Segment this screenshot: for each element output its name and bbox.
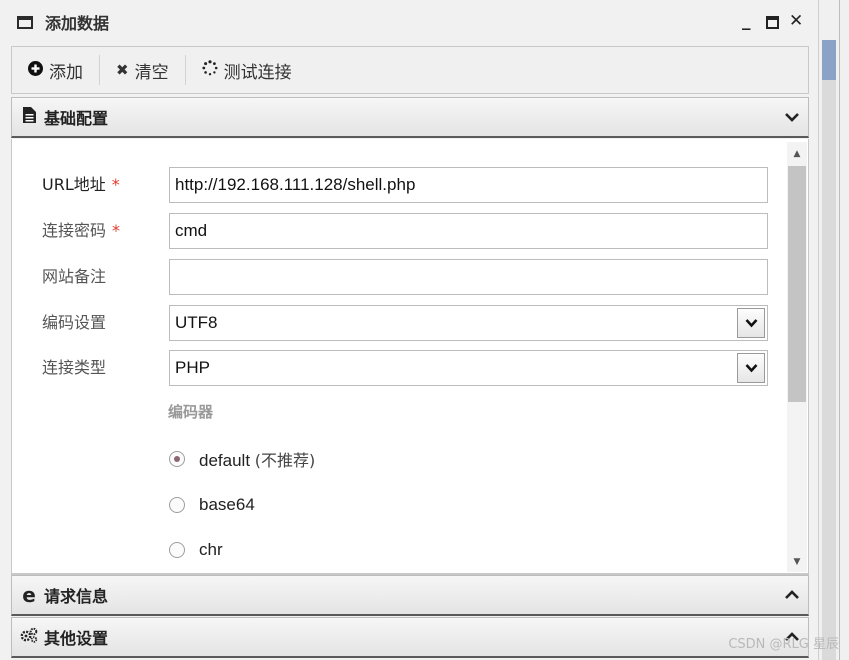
scroll-up-icon[interactable]: ▲ bbox=[787, 146, 807, 162]
page-scrollbar[interactable] bbox=[819, 0, 849, 660]
test-connection-button[interactable]: 测试连接 bbox=[186, 47, 308, 93]
title-bar: 添加数据 _ ✕ bbox=[0, 0, 818, 44]
encoding-select[interactable]: UTF8 bbox=[169, 305, 768, 341]
radio-default[interactable] bbox=[169, 451, 185, 467]
minimize-icon[interactable]: _ bbox=[742, 12, 751, 30]
encoder-option-label: chr bbox=[199, 540, 223, 559]
add-data-window: 添加数据 _ ✕ 添加 ✖ 清空 测试连接 基础配置 URL地址 * http:… bbox=[0, 0, 819, 660]
type-select[interactable]: PHP bbox=[169, 350, 768, 386]
chevron-down-icon[interactable] bbox=[737, 353, 765, 383]
encoding-label: 编码设置 bbox=[42, 313, 107, 332]
toolbar: 添加 ✖ 清空 测试连接 bbox=[11, 46, 809, 94]
note-row: 网站备注 bbox=[12, 259, 772, 295]
panel-title-other-settings: 其他设置 bbox=[44, 629, 109, 648]
spinner-icon bbox=[201, 60, 218, 80]
required-mark: * bbox=[111, 175, 120, 194]
scrollbar-track[interactable] bbox=[822, 40, 836, 660]
scroll-down-icon[interactable]: ▼ bbox=[787, 554, 807, 570]
encoding-value: UTF8 bbox=[175, 313, 218, 332]
close-icon[interactable]: ✕ bbox=[789, 12, 803, 30]
scrollbar-thumb[interactable] bbox=[788, 166, 806, 402]
password-row: 连接密码 * cmd bbox=[12, 213, 772, 249]
plus-circle-icon bbox=[28, 60, 43, 80]
url-row: URL地址 * http://192.168.111.128/shell.php bbox=[12, 167, 772, 203]
panel-title-basic-config: 基础配置 bbox=[44, 109, 109, 128]
encoding-row: 编码设置 UTF8 bbox=[12, 305, 772, 341]
type-label: 连接类型 bbox=[42, 358, 107, 377]
radio-chr[interactable] bbox=[169, 542, 185, 558]
window-icon bbox=[17, 15, 33, 29]
encoder-option-hint: (不推荐) bbox=[254, 451, 316, 470]
clear-button-label: 清空 bbox=[134, 62, 169, 83]
password-input[interactable]: cmd bbox=[169, 213, 768, 249]
encoder-option-label: default bbox=[199, 451, 251, 470]
type-value: PHP bbox=[175, 358, 210, 377]
encoder-option-default[interactable]: default (不推荐) bbox=[169, 447, 315, 471]
watermark: CSDN @RLG 星辰 bbox=[728, 637, 839, 652]
note-input[interactable] bbox=[169, 259, 768, 295]
url-label: URL地址 * bbox=[42, 175, 120, 194]
add-button[interactable]: 添加 bbox=[12, 47, 99, 93]
encoder-heading: 编码器 bbox=[168, 403, 214, 421]
panel-header-other-settings[interactable]: 其他设置 bbox=[11, 617, 809, 658]
required-mark: * bbox=[112, 221, 121, 240]
add-button-label: 添加 bbox=[49, 62, 83, 83]
test-connection-label: 测试连接 bbox=[223, 62, 292, 83]
panel-header-basic-config[interactable]: 基础配置 bbox=[11, 97, 809, 138]
form-scrollbar[interactable]: ▲ ▼ bbox=[787, 142, 807, 572]
clear-button[interactable]: ✖ 清空 bbox=[100, 47, 185, 93]
window-title: 添加数据 bbox=[45, 14, 110, 33]
chevron-down-icon[interactable] bbox=[737, 308, 765, 338]
encoder-option-label: base64 bbox=[199, 495, 255, 514]
document-icon bbox=[20, 107, 38, 127]
chevron-up-icon[interactable] bbox=[784, 587, 800, 603]
type-row: 连接类型 PHP bbox=[12, 350, 772, 386]
x-icon: ✖ bbox=[116, 61, 129, 79]
basic-config-form: URL地址 * http://192.168.111.128/shell.php … bbox=[11, 139, 809, 573]
scrollbar-thumb[interactable] bbox=[822, 40, 836, 80]
password-label: 连接密码 * bbox=[42, 221, 121, 240]
browser-e-icon: e bbox=[22, 583, 36, 607]
encoder-option-chr[interactable]: chr bbox=[169, 538, 223, 562]
gears-icon bbox=[20, 627, 38, 647]
divider bbox=[839, 0, 840, 660]
chevron-down-icon[interactable] bbox=[784, 109, 800, 125]
radio-base64[interactable] bbox=[169, 497, 185, 513]
encoder-option-base64[interactable]: base64 bbox=[169, 493, 255, 517]
note-label: 网站备注 bbox=[42, 267, 107, 286]
url-input[interactable]: http://192.168.111.128/shell.php bbox=[169, 167, 768, 203]
panel-header-request-info[interactable]: e 请求信息 bbox=[11, 575, 809, 616]
maximize-icon[interactable] bbox=[766, 15, 779, 33]
panel-title-request-info: 请求信息 bbox=[44, 587, 109, 606]
